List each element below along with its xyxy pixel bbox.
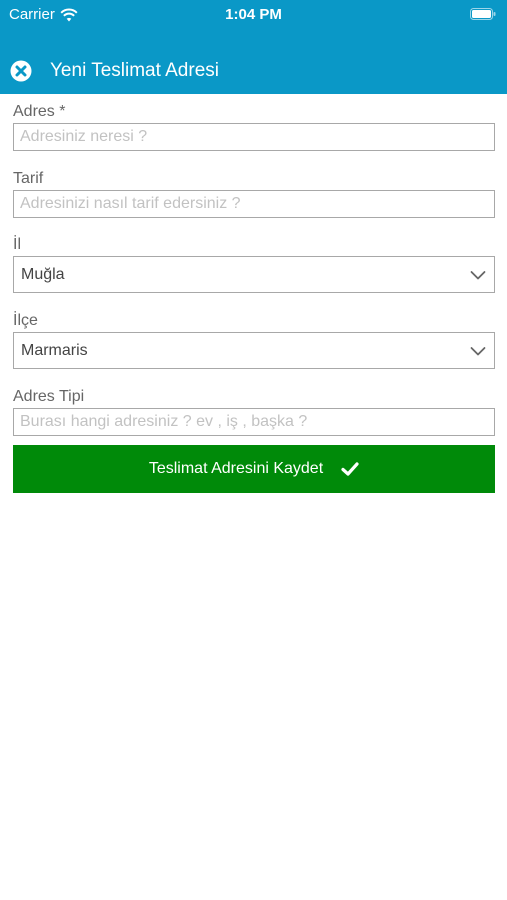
province-value: Muğla	[21, 265, 65, 283]
address-type-label: Adres Tipi	[13, 388, 85, 405]
chevron-down-icon	[470, 271, 486, 280]
address-type-input[interactable]	[13, 408, 495, 436]
screen: Carrier 1:04 PM Yeni Teslimat Adresi Adr…	[0, 0, 507, 900]
district-value: Marmaris	[21, 341, 88, 359]
battery-icon	[470, 8, 496, 20]
check-icon	[341, 462, 359, 476]
province-select[interactable]: Muğla	[13, 256, 495, 293]
district-label: İlçe	[13, 312, 38, 329]
save-address-button[interactable]: Teslimat Adresini Kaydet	[13, 445, 495, 493]
province-label: İl	[13, 236, 21, 253]
close-circle-icon[interactable]	[10, 60, 32, 82]
address-label: Adres *	[13, 103, 66, 120]
save-button-label: Teslimat Adresini Kaydet	[148, 460, 324, 477]
page-title: Yeni Teslimat Adresi	[50, 60, 219, 81]
app-header: Carrier 1:04 PM Yeni Teslimat Adresi	[0, 0, 507, 94]
title-bar: Yeni Teslimat Adresi	[0, 52, 507, 90]
directions-label: Tarif	[13, 170, 44, 187]
status-bar: Carrier 1:04 PM	[0, 0, 507, 30]
status-time: 1:04 PM	[225, 6, 282, 23]
chevron-down-icon	[470, 347, 486, 356]
district-select[interactable]: Marmaris	[13, 332, 495, 369]
address-input[interactable]	[13, 123, 495, 151]
directions-input[interactable]	[13, 190, 495, 218]
